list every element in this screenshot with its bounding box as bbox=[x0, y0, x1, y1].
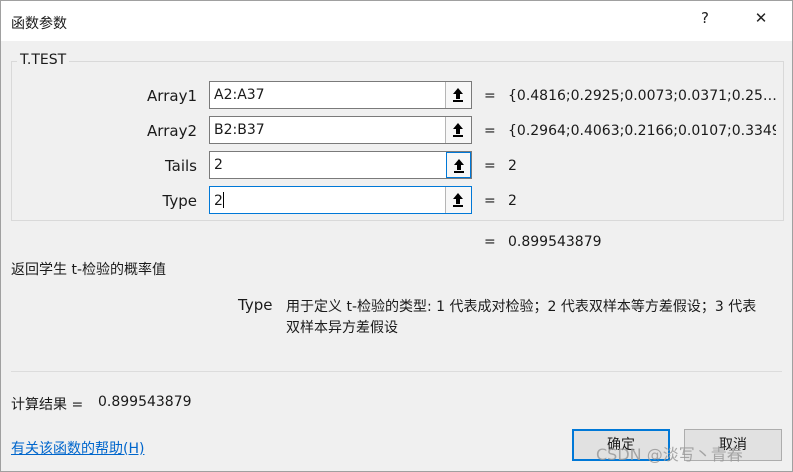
arg-label-array1: Array1 bbox=[147, 87, 197, 105]
function-description: 返回学生 t-检验的概率值 bbox=[11, 262, 166, 278]
array1-input-value: A2:A37 bbox=[214, 87, 265, 103]
divider bbox=[11, 371, 782, 372]
array2-equals: = bbox=[484, 123, 496, 139]
argument-help-name: Type bbox=[238, 296, 273, 314]
array2-result: {0.2964;0.4063;0.2166;0.0107;0.3349 bbox=[508, 123, 776, 139]
overall-equals: = bbox=[484, 234, 496, 250]
watermark: CSDN @淡写丶青春 bbox=[596, 445, 743, 464]
tails-input-value: 2 bbox=[214, 157, 223, 173]
help-icon[interactable]: ? bbox=[691, 9, 719, 27]
collapse-dialog-arrow-icon[interactable] bbox=[445, 117, 471, 143]
function-help-link[interactable]: 有关该函数的帮助(H) bbox=[11, 438, 144, 458]
collapse-dialog-arrow-icon[interactable] bbox=[446, 152, 471, 178]
type-input-text: 2 bbox=[214, 192, 224, 209]
array1-input[interactable]: A2:A37 bbox=[209, 81, 472, 109]
arg-label-tails: Tails bbox=[164, 157, 197, 175]
function-arguments-dialog: 函数参数 ? ✕ T.TEST Array1 A2:A37 = {0.4816;… bbox=[0, 0, 793, 472]
calc-result-label: 计算结果 = bbox=[11, 397, 84, 413]
argument-help-line1: 用于定义 t-检验的类型: 1 代表成对检验；2 代表双样本等方差假设；3 代表 bbox=[286, 299, 757, 315]
tails-input[interactable]: 2 bbox=[209, 151, 472, 179]
dialog-title: 函数参数 bbox=[11, 16, 67, 32]
argument-help-line2: 双样本异方差假设 bbox=[286, 320, 398, 336]
array1-equals: = bbox=[484, 88, 496, 104]
type-result: 2 bbox=[508, 193, 517, 209]
array2-input-value: B2:B37 bbox=[214, 122, 265, 138]
overall-result: 0.899543879 bbox=[508, 234, 602, 250]
array1-result: {0.4816;0.2925;0.0073;0.0371;0.25… bbox=[508, 88, 776, 104]
tails-equals: = bbox=[484, 158, 496, 174]
close-icon[interactable]: ✕ bbox=[747, 9, 775, 27]
type-equals: = bbox=[484, 193, 496, 209]
array2-input[interactable]: B2:B37 bbox=[209, 116, 472, 144]
arg-label-type: Type bbox=[162, 192, 197, 210]
text-caret bbox=[222, 192, 224, 208]
type-input-value: 2 bbox=[214, 193, 223, 209]
collapse-dialog-arrow-icon[interactable] bbox=[445, 82, 471, 108]
function-name: T.TEST bbox=[17, 52, 70, 68]
arg-label-array2: Array2 bbox=[147, 122, 197, 140]
calc-result-value: 0.899543879 bbox=[98, 394, 192, 410]
type-input[interactable]: 2 bbox=[209, 186, 472, 214]
title-bar: 函数参数 ? ✕ bbox=[1, 1, 792, 41]
tails-result: 2 bbox=[508, 158, 517, 174]
collapse-dialog-arrow-icon[interactable] bbox=[445, 187, 471, 213]
